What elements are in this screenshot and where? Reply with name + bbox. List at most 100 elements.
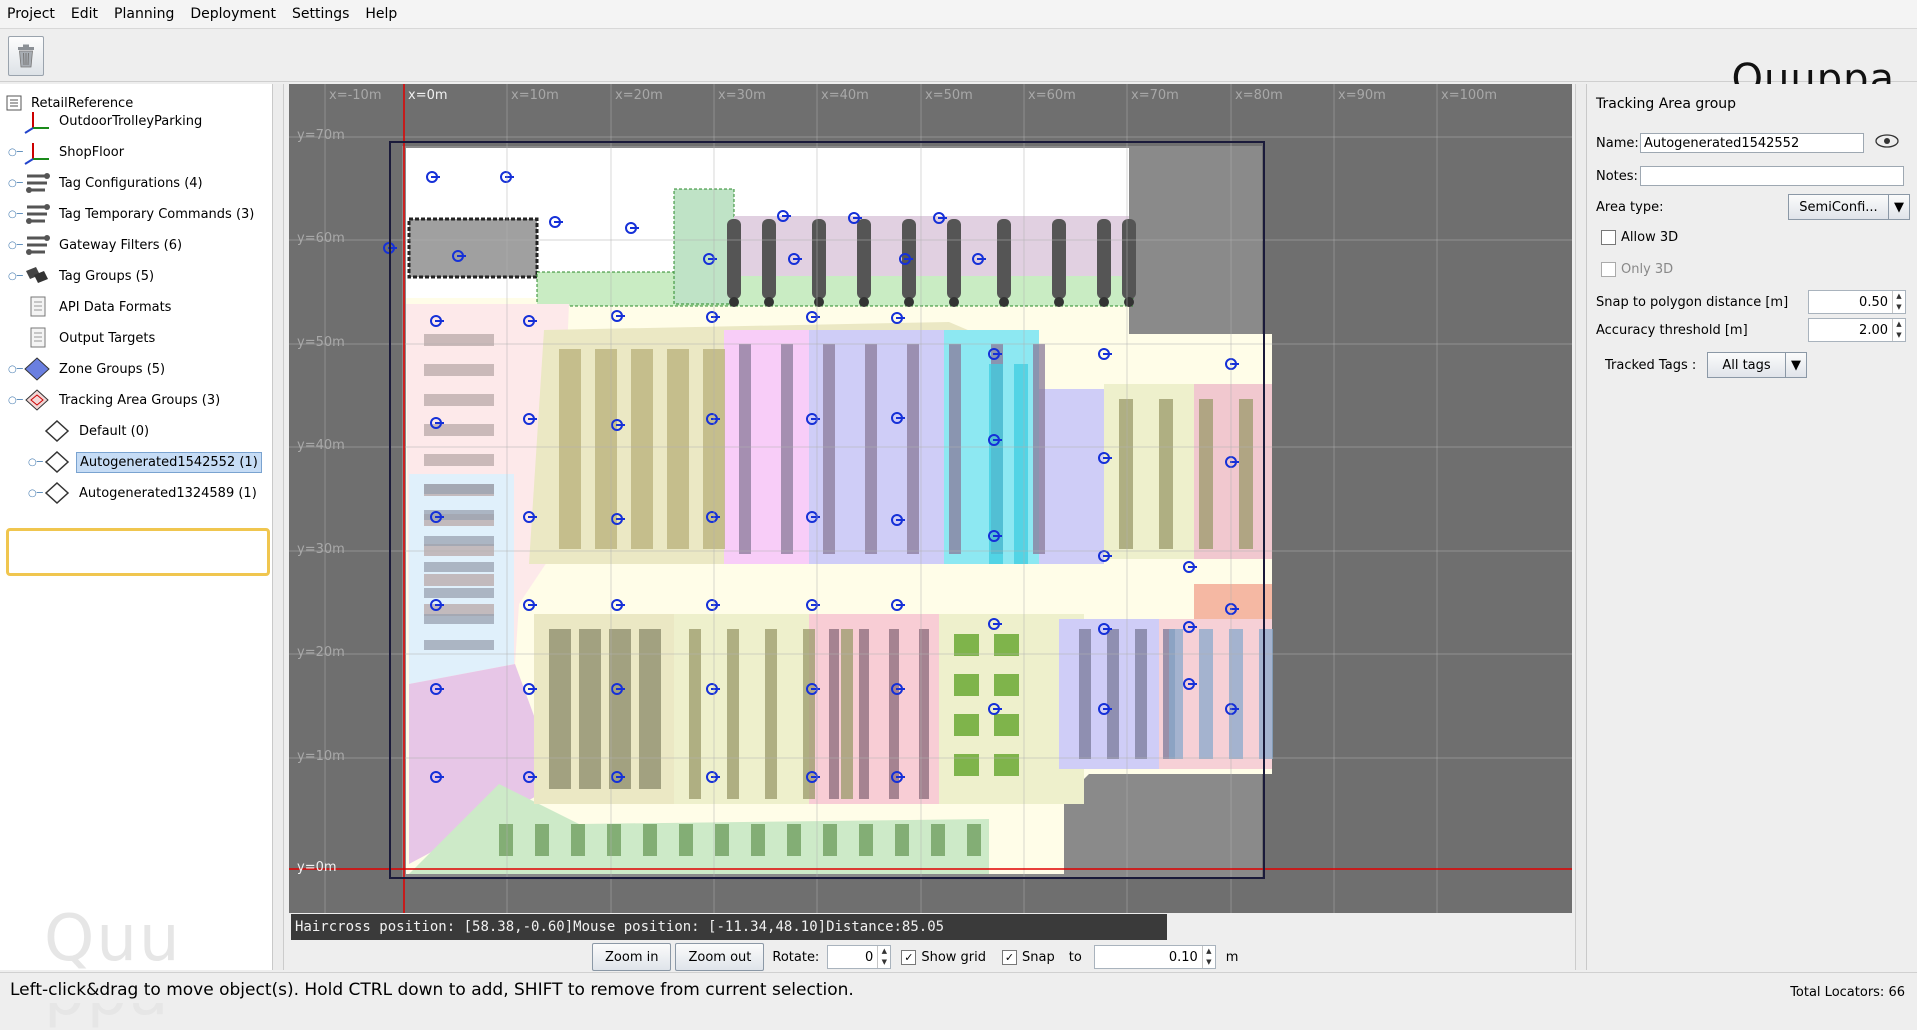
diamond-icon [42, 479, 72, 507]
expand-toggle-icon[interactable]: ○─ [8, 178, 23, 189]
rotate-value: 0 [865, 949, 874, 965]
area-type-label: Area type: [1596, 199, 1664, 215]
x-axis-label: x=80m [1235, 88, 1283, 103]
y-axis-label: y=60m [297, 231, 345, 246]
notes-field[interactable] [1640, 166, 1904, 186]
document-icon [22, 293, 52, 321]
menu-help[interactable]: Help [357, 6, 405, 22]
tree-item[interactable]: ○─ Tag Groups (5) [8, 259, 157, 293]
snap-value: 0.10 [1168, 949, 1198, 965]
zoom-in-button[interactable]: Zoom in [592, 943, 672, 971]
rotate-spinner[interactable]: 0 ▲ ▼ [827, 945, 892, 969]
expand-toggle-icon[interactable]: ○─ [8, 240, 23, 251]
snap-spinner[interactable]: 0.10 ▲ ▼ [1093, 945, 1216, 969]
tree-item[interactable]: ○─ Autogenerated1324589 (1) [28, 476, 260, 510]
tree-item[interactable]: ○─ Tag Configurations (4) [8, 166, 206, 200]
tree-item[interactable]: OutdoorTrolleyParking [8, 104, 205, 138]
x-axis-label: x=50m [925, 88, 973, 103]
delete-button[interactable] [8, 36, 44, 76]
total-locators: Total Locators: 66 [1790, 985, 1905, 1000]
x-axis-label: x=60m [1028, 88, 1076, 103]
spinner-arrows-icon[interactable]: ▲ ▼ [1892, 291, 1905, 313]
snap-arrows-icon[interactable]: ▲ ▼ [1201, 946, 1215, 968]
accuracy-spinner[interactable]: 2.00 ▲ ▼ [1808, 318, 1906, 342]
left-splitter[interactable] [273, 84, 284, 970]
right-splitter[interactable] [1575, 84, 1586, 970]
tree-item[interactable]: ○─ Zone Groups (5) [8, 352, 168, 386]
floor-plan-svg[interactable] [289, 84, 1572, 913]
x-axis-label: x=100m [1441, 88, 1498, 103]
snap-polygon-spinner[interactable]: 0.50 ▲ ▼ [1808, 290, 1906, 314]
y-axis-label: y=20m [297, 645, 345, 660]
distance-label: Distance: [826, 919, 902, 935]
panel-title: Tracking Area group [1596, 96, 1737, 112]
x-axis-label: x=10m [511, 88, 559, 103]
y-axis-label: y=50m [297, 335, 345, 350]
snap-polygon-value: 0.50 [1859, 294, 1888, 310]
area-type-value: SemiConfi... [1799, 199, 1878, 215]
expand-toggle-icon[interactable]: ○─ [8, 364, 23, 375]
axes-icon [22, 138, 52, 166]
dropdown-arrow-icon[interactable]: ▼ [1888, 195, 1909, 219]
tracked-tags-label: Tracked Tags : [1605, 357, 1697, 373]
mouse-x: -11.34, [716, 919, 776, 935]
show-grid-checkbox[interactable]: ✓ [901, 949, 917, 965]
tree-item[interactable]: ○─ Tag Temporary Commands (3) [8, 197, 257, 231]
haircross-x: 58.38, [472, 919, 523, 935]
project-tree: RetailReference OutdoorTrolleyParking ○─ S… [0, 84, 273, 1025]
snap-checkbox[interactable]: ✓ [1002, 949, 1017, 965]
allow-3d-label: Allow 3D [1621, 230, 1679, 245]
expand-toggle-icon[interactable]: ○─ [8, 147, 23, 158]
x-axis-label: x=40m [821, 88, 869, 103]
tree-item[interactable]: ○─ Gateway Filters (6) [8, 228, 185, 262]
eye-icon[interactable] [1874, 133, 1900, 153]
rotate-label: Rotate: [772, 949, 820, 965]
menu-project[interactable]: Project [0, 6, 63, 22]
tree-item-label: Tracking Area Groups (3) [59, 392, 221, 408]
tracked-tags-select[interactable]: All tags ▼ [1707, 352, 1807, 378]
x-axis-label: x=90m [1338, 88, 1386, 103]
menu-planning[interactable]: Planning [106, 6, 182, 22]
expand-toggle-icon[interactable]: ○─ [8, 395, 23, 406]
expand-toggle-icon[interactable]: ○─ [28, 457, 43, 468]
expand-toggle-icon[interactable]: ○─ [8, 271, 23, 282]
tree-item[interactable]: ○─ Autogenerated1542552 (1) [28, 445, 262, 479]
tree-item[interactable]: API Data Formats [8, 290, 174, 324]
trash-icon [18, 44, 34, 68]
spinner-arrows-icon[interactable]: ▲ ▼ [1892, 319, 1905, 341]
name-label: Name: [1596, 135, 1639, 151]
tree-item[interactable]: ○─ ShopFloor [8, 135, 127, 169]
tree-item-label: ShopFloor [59, 144, 125, 160]
tree-item-label: Autogenerated1324589 (1) [79, 485, 257, 501]
tree-item-label: Default (0) [79, 423, 150, 439]
floor-plan-canvas[interactable]: x=-10m x=0m x=10m x=20m x=30m x=40m x=50m x=60m… [289, 84, 1572, 913]
allow-3d-checkbox[interactable] [1601, 230, 1616, 245]
accuracy-value: 2.00 [1859, 322, 1888, 338]
name-field[interactable]: Autogenerated1542552 [1640, 133, 1864, 153]
wrench-icon [22, 231, 52, 259]
tree-item[interactable]: ○─ Tracking Area Groups (3) [8, 383, 223, 417]
diamond-icon [42, 448, 72, 476]
haircross-label: Haircross position: [ [295, 919, 473, 935]
toolbar: Quuppa [0, 29, 1917, 99]
menu-settings[interactable]: Settings [284, 6, 357, 22]
tags-icon [22, 262, 52, 290]
spinner-arrows-icon[interactable]: ▲ ▼ [877, 946, 890, 968]
zoom-out-button[interactable]: Zoom out [675, 943, 765, 971]
tree-item[interactable]: Default (0) [28, 414, 152, 448]
menu-edit[interactable]: Edit [63, 6, 106, 22]
expand-toggle-icon[interactable]: ○─ [8, 209, 23, 220]
area-type-select[interactable]: SemiConfi... ▼ [1788, 194, 1910, 220]
tree-item[interactable]: Output Targets [8, 321, 158, 355]
expand-toggle-icon[interactable]: ○─ [28, 488, 43, 499]
menu-deployment[interactable]: Deployment [182, 6, 284, 22]
document-icon [22, 324, 52, 352]
diamond-icon [42, 417, 72, 445]
dropdown-arrow-icon[interactable]: ▼ [1785, 353, 1806, 377]
tree-item-label: Tag Configurations (4) [59, 175, 203, 191]
position-readout: Haircross position: [ 58.38, -0.60] Mous… [291, 914, 1167, 940]
snap-label: Snap [1022, 949, 1055, 965]
zoom-bar: Zoom in Zoom out Rotate: 0 ▲ ▼ ✓ Show gri… [289, 942, 1572, 972]
tree-item-label: Tag Temporary Commands (3) [59, 206, 255, 222]
quuppa-watermark: Quuppa [44, 902, 182, 1025]
